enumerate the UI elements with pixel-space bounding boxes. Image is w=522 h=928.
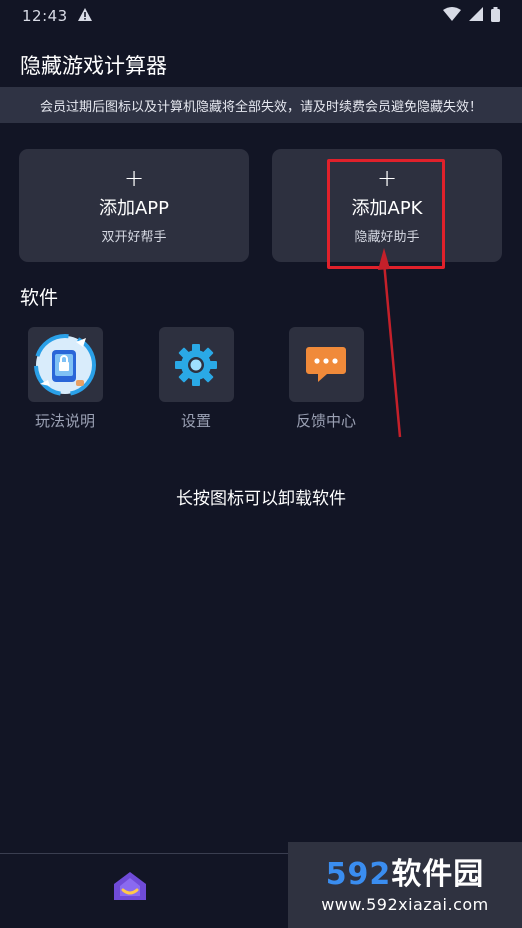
battery-icon [491, 6, 500, 26]
watermark-brand: 592软件园 [326, 857, 485, 893]
add-apk-subtitle: 隐藏好助手 [354, 230, 420, 245]
site-watermark: 592软件园 www.592xiazai.com [288, 842, 522, 928]
plus-icon: + [376, 164, 398, 192]
wifi-icon [443, 7, 461, 25]
app-tile-settings[interactable]: 设置 [141, 327, 251, 431]
nav-home-button[interactable] [112, 868, 148, 904]
screen: 12:43 隐藏游戏计算器 会员过期后图标以及计算机隐藏将全部失效，请及时续费会… [0, 0, 522, 928]
annotation-arrow [378, 248, 402, 438]
section-title: 软件 [20, 287, 59, 309]
status-time: 12:43 [22, 7, 68, 25]
add-app-subtitle: 双开好帮手 [101, 230, 167, 245]
alert-icon [77, 7, 92, 25]
plus-icon: + [123, 164, 145, 192]
signal-icon [469, 7, 483, 25]
status-bar: 12:43 [0, 0, 522, 32]
app-label: 设置 [180, 412, 211, 430]
add-app-title: 添加APP [98, 198, 170, 219]
home-icon [114, 872, 146, 900]
add-app-button[interactable]: + 添加APP 双开好帮手 [19, 149, 249, 262]
uninstall-hint: 长按图标可以卸载软件 [176, 489, 346, 509]
app-tile-tutorial[interactable]: 玩法说明 [10, 327, 120, 431]
watermark-url: www.592xiazai.com [321, 894, 489, 914]
app-label: 玩法说明 [34, 412, 95, 430]
watermark-brand-number: 592 [325, 856, 392, 892]
app-label: 反馈中心 [295, 412, 356, 430]
add-apk-title: 添加APK [351, 198, 423, 219]
chat-bubble-icon [288, 327, 364, 402]
status-icons [443, 6, 500, 26]
tutorial-icon [27, 327, 103, 402]
app-tile-feedback[interactable]: 反馈中心 [271, 327, 381, 431]
gear-icon [158, 327, 234, 402]
add-apk-button[interactable]: + 添加APK 隐藏好助手 [272, 149, 502, 262]
membership-notice: 会员过期后图标以及计算机隐藏将全部失效，请及时续费会员避免隐藏失效！ [0, 87, 522, 123]
watermark-brand-text: 软件园 [391, 856, 485, 892]
page-title: 隐藏游戏计算器 [20, 54, 167, 78]
